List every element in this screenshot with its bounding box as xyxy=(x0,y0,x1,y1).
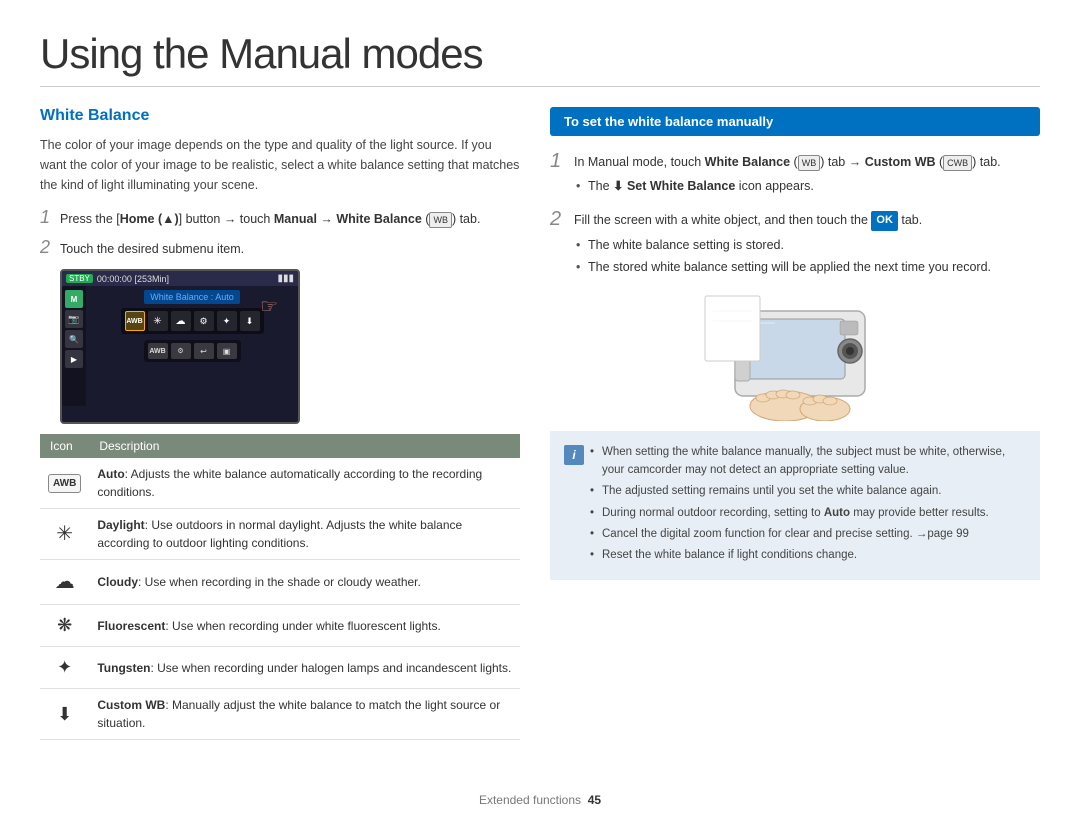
cam-icon-1: 📷 xyxy=(65,310,83,328)
wb-cloud-icon[interactable]: ☁ xyxy=(171,311,191,331)
bullet-applied: The stored white balance setting will be… xyxy=(574,257,991,277)
cam-center: ☞ White Balance : Auto AWB ✳ ☁ ⚙ ✦ ⬇ xyxy=(86,286,298,406)
step1-bullets: The ⬇ Set White Balance icon appears. xyxy=(574,176,1001,196)
step-2-number: 2 xyxy=(40,237,54,258)
note-item-5: Reset the white balance if light conditi… xyxy=(590,546,1026,564)
step-2-text: Touch the desired submenu item. xyxy=(60,239,244,259)
left-column: White Balance The color of your image de… xyxy=(40,107,520,740)
wb-fluor-icon[interactable]: ⚙ xyxy=(194,311,214,331)
bullet-set-wb: The ⬇ Set White Balance icon appears. xyxy=(574,176,1001,196)
battery-icon: ▮▮▮ xyxy=(277,273,294,284)
icon-cell-custom: ⬇ xyxy=(40,689,89,740)
cam-icon-3: ▶ xyxy=(65,350,83,368)
cwb-icon-right: CWB xyxy=(943,155,972,171)
table-row: ❋ Fluorescent: Use when recording under … xyxy=(40,605,520,647)
right-col-header: To set the white balance manually xyxy=(550,107,1040,136)
desc-cell-custom: Custom WB: Manually adjust the white bal… xyxy=(89,689,520,740)
page-title: Using the Manual modes xyxy=(40,30,1040,87)
footer: Extended functions 45 xyxy=(0,793,1080,807)
step-1: 1 Press the [Home (▲)] button → touch Ma… xyxy=(40,209,520,229)
bullet-stored: The white balance setting is stored. xyxy=(574,235,991,255)
note-box: i When setting the white balance manuall… xyxy=(550,431,1040,580)
right-step-2-num: 2 xyxy=(550,208,566,231)
step-1-text: Press the [Home (▲)] button → touch Manu… xyxy=(60,209,480,229)
cam-time: 00:00:00 [253Min] xyxy=(97,274,169,284)
step-1-number: 1 xyxy=(40,207,54,228)
icon-description-table: Icon Description AWB Auto: Adjusts the w… xyxy=(40,434,520,740)
cam-cursor: ☞ xyxy=(260,294,278,319)
note-item-4: Cancel the digital zoom function for cle… xyxy=(590,525,1026,543)
note-icon: i xyxy=(564,445,584,465)
right-column: To set the white balance manually 1 In M… xyxy=(550,107,1040,740)
table-header-desc: Description xyxy=(89,434,520,458)
cam-btn-4[interactable]: ▣ xyxy=(217,343,237,359)
table-header-icon: Icon xyxy=(40,434,89,458)
icon-cell-tungsten: ✦ xyxy=(40,647,89,689)
right-step-1-num: 1 xyxy=(550,150,566,173)
table-row: ☁ Cloudy: Use when recording in the shad… xyxy=(40,560,520,605)
right-step-2: 2 Fill the screen with a white object, a… xyxy=(550,210,1040,279)
desc-cell-tungsten: Tungsten: Use when recording under halog… xyxy=(89,647,520,689)
step-2: 2 Touch the desired submenu item. xyxy=(40,239,520,259)
footer-label: Extended functions xyxy=(479,793,581,807)
page-number: 45 xyxy=(588,793,601,807)
right-step-1-content: In Manual mode, touch White Balance (WB)… xyxy=(574,152,1001,198)
icon-cell-cloud: ☁ xyxy=(40,560,89,605)
content-area: White Balance The color of your image de… xyxy=(40,107,1040,740)
note-content: When setting the white balance manually,… xyxy=(590,443,1026,568)
wb-auto-icon[interactable]: AWB xyxy=(125,311,145,331)
table-row: ✳ Daylight: Use outdoors in normal dayli… xyxy=(40,509,520,560)
note-item-3: During normal outdoor recording, setting… xyxy=(590,504,1026,522)
cam-top-icons: ▮▮▮ xyxy=(277,273,294,284)
icon-cell-fluor: ❋ xyxy=(40,605,89,647)
table-row: ✦ Tungsten: Use when recording under hal… xyxy=(40,647,520,689)
cam-btn-1[interactable]: AWB xyxy=(148,343,168,359)
table-row: AWB Auto: Adjusts the white balance auto… xyxy=(40,458,520,509)
desc-cell-daylight: Daylight: Use outdoors in normal dayligh… xyxy=(89,509,520,560)
awb-icon: AWB xyxy=(48,474,81,493)
cam-btn-2[interactable]: ⚙ xyxy=(171,343,191,359)
wb-custom-icon[interactable]: ⬇ xyxy=(240,311,260,331)
wb-tungsten-icon[interactable]: ✦ xyxy=(217,311,237,331)
page: Using the Manual modes White Balance The… xyxy=(0,0,1080,825)
mode-icon: M xyxy=(65,290,83,308)
camera-ui-mockup: STBY 00:00:00 [253Min] ▮▮▮ M 📷 🔍 ▶ xyxy=(60,269,300,424)
note-list: When setting the white balance manually,… xyxy=(590,443,1026,565)
table-row: ⬇ Custom WB: Manually adjust the white b… xyxy=(40,689,520,740)
ok-button-inline: OK xyxy=(871,211,898,231)
wb-menu-label: White Balance : Auto xyxy=(144,290,240,304)
wb-sun-icon[interactable]: ✳ xyxy=(148,311,168,331)
cam-left-icons: M 📷 🔍 ▶ xyxy=(62,286,86,406)
cam-bottom-controls: AWB ⚙ ↩ ▣ xyxy=(144,340,241,362)
desc-cell-auto: Auto: Adjusts the white balance automati… xyxy=(89,458,520,509)
stby-badge: STBY xyxy=(66,274,93,283)
wb-icons-row: AWB ✳ ☁ ⚙ ✦ ⬇ xyxy=(121,308,264,334)
intro-text: The color of your image depends on the t… xyxy=(40,135,520,195)
cam-icon-2: 🔍 xyxy=(65,330,83,348)
wb-icon-right: WB xyxy=(798,155,821,171)
camera-body: M 📷 🔍 ▶ ☞ White Balance : Auto AWB ✳ xyxy=(62,286,298,406)
right-step-1: 1 In Manual mode, touch White Balance (W… xyxy=(550,152,1040,198)
icon-cell-sun: ✳ xyxy=(40,509,89,560)
desc-cell-fluorescent: Fluorescent: Use when recording under wh… xyxy=(89,605,520,647)
camera-topbar: STBY 00:00:00 [253Min] ▮▮▮ xyxy=(62,271,298,286)
wb-icon-inline: WB xyxy=(429,212,452,228)
camera-illustration xyxy=(695,291,895,421)
cam-btn-3[interactable]: ↩ xyxy=(194,343,214,359)
note-item-2: The adjusted setting remains until you s… xyxy=(590,482,1026,500)
desc-cell-cloudy: Cloudy: Use when recording in the shade … xyxy=(89,560,520,605)
step2-bullets: The white balance setting is stored. The… xyxy=(574,235,991,277)
section-heading: White Balance xyxy=(40,107,520,125)
note-item-1: When setting the white balance manually,… xyxy=(590,443,1026,480)
icon-cell-awb: AWB xyxy=(40,458,89,509)
right-step-2-content: Fill the screen with a white object, and… xyxy=(574,210,991,279)
